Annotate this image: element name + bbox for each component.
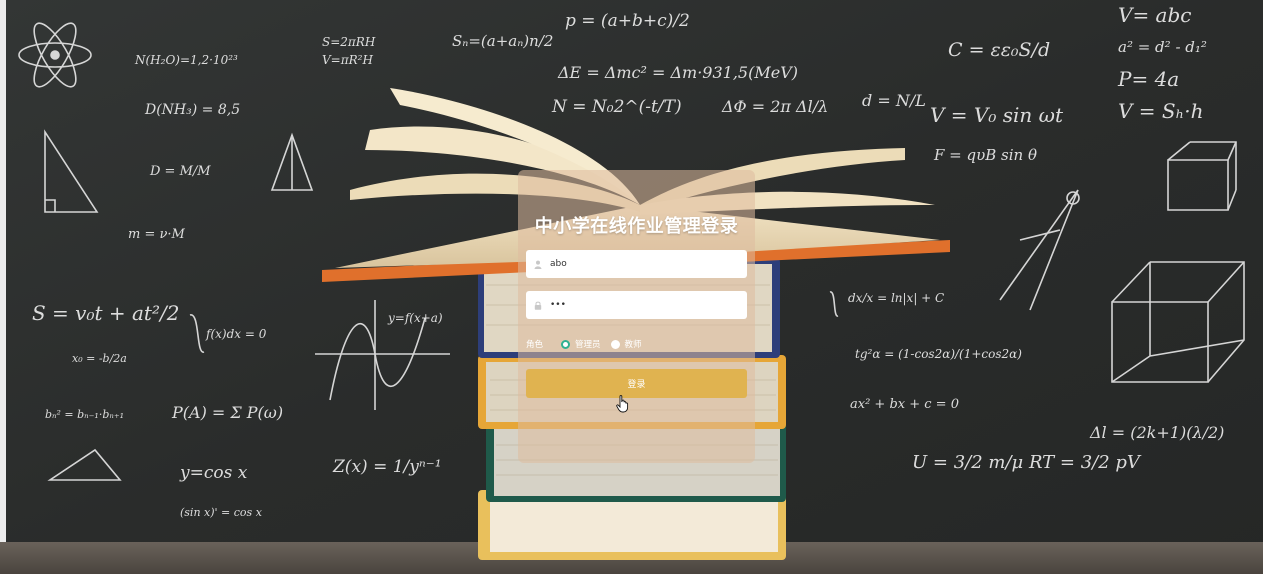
role-option-label: 教师	[624, 340, 642, 350]
svg-text:V=πR²H: V=πR²H	[322, 53, 373, 67]
role-label: 角色	[526, 340, 544, 350]
svg-text:f(x)dx = 0: f(x)dx = 0	[205, 327, 267, 341]
hand-cursor-icon	[616, 395, 629, 413]
svg-text:a² = d² - d₁²: a² = d² - d₁²	[1118, 38, 1207, 56]
login-title: 中小学在线作业管理登录	[534, 216, 739, 237]
svg-text:N(H₂O)=1,2·10²³: N(H₂O)=1,2·10²³	[134, 53, 238, 67]
svg-text:dx/x = ln|x| + C: dx/x = ln|x| + C	[848, 291, 944, 305]
password-field[interactable]	[526, 291, 747, 319]
svg-text:S=2πRH: S=2πRH	[322, 35, 376, 49]
svg-text:C = εε₀S/d: C = εε₀S/d	[948, 39, 1050, 61]
login-button[interactable]: 登录	[526, 369, 747, 398]
role-selector: 角色 管理员 教师	[526, 337, 652, 351]
svg-text:(sin x)' = cos x: (sin x)' = cos x	[180, 506, 263, 519]
role-radio-admin[interactable]: 管理员	[561, 338, 601, 350]
radio-checked-icon[interactable]	[561, 339, 571, 349]
svg-text:ax² + bx + c = 0: ax² + bx + c = 0	[850, 397, 959, 412]
svg-text:ΔE = Δmc² = Δm·931,5(MeV): ΔE = Δmc² = Δm·931,5(MeV)	[557, 63, 798, 82]
svg-text:N = N₀2^(-t/T): N = N₀2^(-t/T)	[551, 97, 682, 117]
svg-text:V = Sₕ·h: V = Sₕ·h	[1118, 99, 1204, 123]
svg-text:d = N/L: d = N/L	[862, 91, 926, 110]
svg-text:Sₙ=(a+aₙ)n/2: Sₙ=(a+aₙ)n/2	[452, 32, 553, 50]
svg-text:p = (a+b+c)/2: p = (a+b+c)/2	[565, 11, 690, 31]
username-field[interactable]	[526, 250, 747, 278]
svg-text:D = M/M: D = M/M	[149, 164, 211, 179]
svg-text:tg²α = (1-cos2α)/(1+cos2α): tg²α = (1-cos2α)/(1+cos2α)	[855, 347, 1022, 361]
svg-text:x₀ = -b/2a: x₀ = -b/2a	[72, 352, 127, 365]
svg-text:P= 4a: P= 4a	[1117, 67, 1179, 91]
role-radio-teacher[interactable]: 教师	[610, 338, 642, 350]
login-card: 中小学在线作业管理登录 角色 管理员 教师 登录	[518, 170, 755, 463]
lock-icon	[533, 300, 543, 310]
svg-text:bₙ² = bₙ₋₁·bₙ₊₁: bₙ² = bₙ₋₁·bₙ₊₁	[45, 408, 124, 421]
svg-text:ΔΦ = 2π Δl/λ: ΔΦ = 2π Δl/λ	[721, 97, 828, 116]
svg-text:S = v₀t + at²/2: S = v₀t + at²/2	[32, 301, 179, 325]
svg-text:D(NH₃) = 8,5: D(NH₃) = 8,5	[144, 102, 240, 118]
radio-unchecked-icon[interactable]	[610, 339, 620, 349]
username-input[interactable]	[550, 259, 730, 269]
svg-text:y=cos x: y=cos x	[179, 463, 248, 483]
svg-text:m = ν·M: m = ν·M	[128, 227, 186, 242]
svg-text:P(A) = Σ P(ω): P(A) = Σ P(ω)	[171, 403, 283, 422]
svg-text:V= abc: V= abc	[1118, 3, 1192, 27]
svg-text:Z(x) = 1/yⁿ⁻¹: Z(x) = 1/yⁿ⁻¹	[332, 457, 442, 477]
login-page: N(H₂O)=1,2·10²³ S=2πRH V=πR²H Sₙ=(a+aₙ)n…	[0, 0, 1263, 574]
svg-text:F = qυB sin θ: F = qυB sin θ	[933, 146, 1037, 164]
svg-text:V = V₀ sin ωt: V = V₀ sin ωt	[930, 103, 1064, 127]
svg-text:U = 3/2 m/μ RT = 3/2 pV: U = 3/2 m/μ RT = 3/2 pV	[912, 452, 1142, 473]
svg-text:y=f(x+a): y=f(x+a)	[387, 311, 443, 325]
svg-text:Δl = (2k+1)(λ/2): Δl = (2k+1)(λ/2)	[1089, 423, 1224, 442]
password-input[interactable]	[550, 300, 730, 310]
role-option-label: 管理员	[575, 340, 601, 350]
user-icon	[533, 259, 543, 269]
